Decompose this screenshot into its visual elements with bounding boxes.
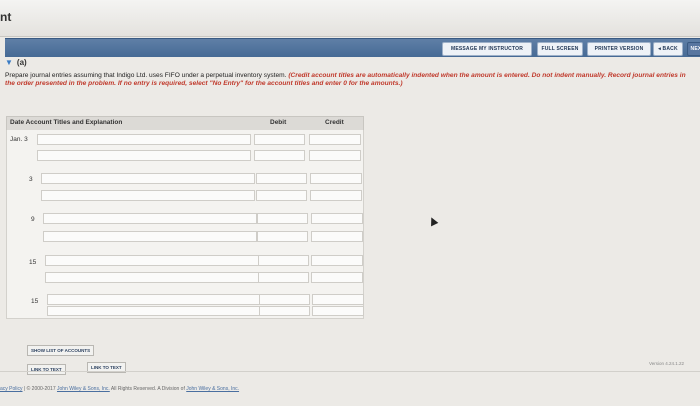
footer-divider <box>0 371 700 372</box>
debit-input[interactable] <box>254 150 305 161</box>
collapse-triangle-icon[interactable]: ▼ <box>5 58 13 67</box>
debit-input[interactable] <box>258 255 309 266</box>
debit-input[interactable] <box>259 294 310 305</box>
debit-input[interactable] <box>257 231 308 242</box>
back-button[interactable]: ◂ BACK <box>653 42 683 56</box>
debit-input[interactable] <box>258 272 309 283</box>
entry-date: Jan. 3 <box>10 136 28 143</box>
mouse-cursor-icon <box>427 215 439 227</box>
debit-input[interactable] <box>256 173 307 184</box>
header-date-account: Date Account Titles and Explanation <box>10 119 123 126</box>
credit-input[interactable] <box>311 272 363 283</box>
credit-input[interactable] <box>312 306 364 316</box>
assignment-toolbar: MESSAGE MY INSTRUCTOR FULL SCREEN PRINTE… <box>5 38 700 57</box>
rights-text: All Rights Reserved. A Division of <box>110 386 185 392</box>
header-debit: Debit <box>270 119 287 126</box>
debit-input[interactable] <box>256 190 307 201</box>
privacy-policy-link[interactable]: acy Policy <box>0 386 23 392</box>
credit-input[interactable] <box>312 294 364 305</box>
credit-input[interactable] <box>310 190 362 201</box>
account-title-input[interactable] <box>47 294 261 305</box>
top-bar: nt <box>0 0 700 37</box>
credit-input[interactable] <box>310 173 362 184</box>
account-title-input[interactable] <box>37 134 251 145</box>
wiley-link[interactable]: John Wiley & Sons, Inc. <box>57 386 110 392</box>
account-title-input[interactable] <box>47 306 261 316</box>
entry-date: 15 <box>29 259 37 266</box>
account-title-input[interactable] <box>43 231 257 242</box>
account-title-input[interactable] <box>43 213 257 224</box>
credit-input[interactable] <box>309 134 361 145</box>
full-screen-button[interactable]: FULL SCREEN <box>537 42 583 56</box>
account-title-input[interactable] <box>45 255 259 266</box>
link-to-text-button[interactable]: LINK TO TEXT <box>27 364 66 375</box>
message-instructor-button[interactable]: MESSAGE MY INSTRUCTOR <box>442 42 532 56</box>
debit-input[interactable] <box>254 134 305 145</box>
footer: acy Policy | © 2000-2017 John Wiley & So… <box>0 386 239 392</box>
instructions-main: Prepare journal entries assuming that In… <box>5 72 287 79</box>
show-accounts-button[interactable]: SHOW LIST OF ACCOUNTS <box>27 345 95 356</box>
next-button[interactable]: NEX <box>687 42 700 56</box>
account-title-input[interactable] <box>41 173 255 184</box>
journal-table-header: Date Account Titles and Explanation Debi… <box>6 116 364 131</box>
credit-input[interactable] <box>311 255 363 266</box>
entry-date: 9 <box>31 216 35 223</box>
section-heading[interactable]: ▼ (a) <box>5 58 27 67</box>
account-title-input[interactable] <box>37 150 251 161</box>
page-title: nt <box>0 10 12 24</box>
credit-input[interactable] <box>309 150 361 161</box>
entry-date: 15 <box>31 298 39 305</box>
account-title-input[interactable] <box>41 190 255 201</box>
debit-input[interactable] <box>259 306 310 316</box>
printer-version-button[interactable]: PRINTER VERSION <box>587 42 651 56</box>
journal-table: Jan. 3 3 9 15 15 <box>6 130 364 319</box>
instructions: Prepare journal entries assuming that In… <box>5 72 695 89</box>
version-label: Version 4.24.1.22 <box>649 361 685 366</box>
entry-date: 3 <box>29 176 33 183</box>
debit-input[interactable] <box>257 213 308 224</box>
credit-input[interactable] <box>311 213 363 224</box>
account-title-input[interactable] <box>45 272 259 283</box>
section-label: (a) <box>16 58 27 67</box>
header-credit: Credit <box>325 119 344 126</box>
copyright-years: © 2000-2017 <box>26 386 56 392</box>
credit-input[interactable] <box>311 231 363 242</box>
wiley-division-link[interactable]: John Wiley & Sons, Inc. <box>186 386 239 392</box>
